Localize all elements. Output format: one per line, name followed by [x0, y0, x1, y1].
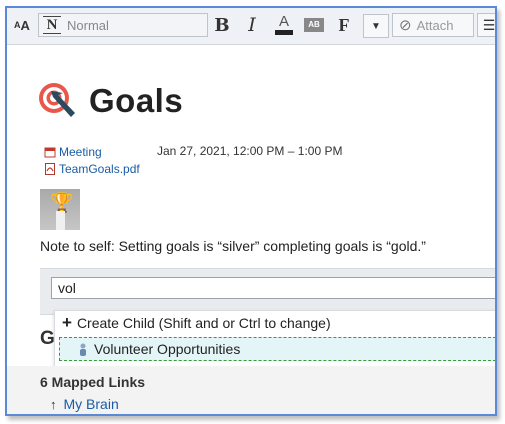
normal-style-icon: N: [43, 16, 61, 34]
suggestion-label: Volunteer Opportunities: [94, 341, 241, 357]
font-size-icon[interactable]: AA: [11, 14, 33, 36]
suggestion-item[interactable]: Volunteer Opportunities: [59, 337, 495, 361]
thought-person-icon: [80, 343, 86, 356]
page-title: Goals: [89, 82, 184, 119]
paragraph-style-value: Normal: [67, 17, 109, 33]
create-child-option[interactable]: + Create Child (Shift and or Ctrl to cha…: [55, 311, 495, 335]
mapped-link-label[interactable]: My Brain: [64, 396, 119, 412]
trophy-thumbnail[interactable]: 🏆: [40, 189, 80, 230]
attach-button[interactable]: ⊘ Attach: [392, 13, 474, 37]
note-text: Note to self: Setting goals is “silver” …: [40, 238, 426, 254]
link-search-input[interactable]: [51, 277, 495, 299]
target-goal-icon: [39, 83, 75, 117]
text-color-swatch: [275, 30, 293, 35]
link-search-panel: [40, 268, 495, 315]
attachments-list: Meeting Jan 27, 2021, 12:00 PM – 1:00 PM…: [44, 143, 342, 177]
pdf-link[interactable]: TeamGoals.pdf: [59, 162, 140, 176]
hamburger-icon: ☰: [482, 16, 496, 33]
chevron-down-icon: ▼: [371, 20, 381, 32]
highlight-button[interactable]: AB: [303, 14, 325, 36]
attach-label: Attach: [416, 17, 454, 33]
attachment-meeting[interactable]: Meeting Jan 27, 2021, 12:00 PM – 1:00 PM: [44, 143, 342, 160]
font-button[interactable]: F: [335, 14, 353, 36]
text-color-button[interactable]: A: [274, 14, 294, 36]
meeting-link[interactable]: Meeting: [59, 145, 102, 159]
highlight-icon: AB: [304, 18, 324, 32]
mapped-link-item[interactable]: ↑ My Brain: [50, 396, 119, 412]
mapped-links-section: 6 Mapped Links ↑ My Brain: [7, 366, 495, 414]
formatting-toolbar: AA N Normal B I A AB F ▼ ⊘ Attach ☰: [7, 8, 495, 45]
search-suggestions-dropdown: + Create Child (Shift and or Ctrl to cha…: [54, 310, 495, 368]
title-row: Goals: [37, 81, 183, 121]
attachment-pdf[interactable]: TeamGoals.pdf: [44, 160, 140, 177]
mapped-links-heading: 6 Mapped Links: [40, 374, 146, 390]
more-format-dropdown[interactable]: ▼: [363, 14, 389, 38]
italic-button[interactable]: I: [243, 14, 261, 36]
trophy-base: [56, 211, 65, 230]
meeting-time: Jan 27, 2021, 12:00 PM – 1:00 PM: [157, 144, 343, 158]
section-heading-partial: G: [40, 328, 55, 349]
paragraph-style-select[interactable]: N Normal: [38, 13, 208, 37]
arrow-up-icon: ↑: [50, 396, 57, 412]
create-child-label: Create Child (Shift and or Ctrl to chang…: [76, 315, 331, 331]
calendar-icon: [44, 147, 56, 157]
paperclip-icon: ⊘: [399, 17, 412, 34]
pdf-icon: [45, 162, 55, 175]
plus-icon: +: [62, 313, 72, 332]
note-editor-window: AA N Normal B I A AB F ▼ ⊘ Attach ☰ Goal…: [5, 6, 497, 416]
menu-button[interactable]: ☰: [477, 13, 496, 37]
bold-button[interactable]: B: [213, 14, 231, 36]
text-color-label: A: [278, 13, 289, 30]
note-content: Goals Meeting Jan 27, 2021, 12:00 PM – 1…: [7, 45, 495, 414]
